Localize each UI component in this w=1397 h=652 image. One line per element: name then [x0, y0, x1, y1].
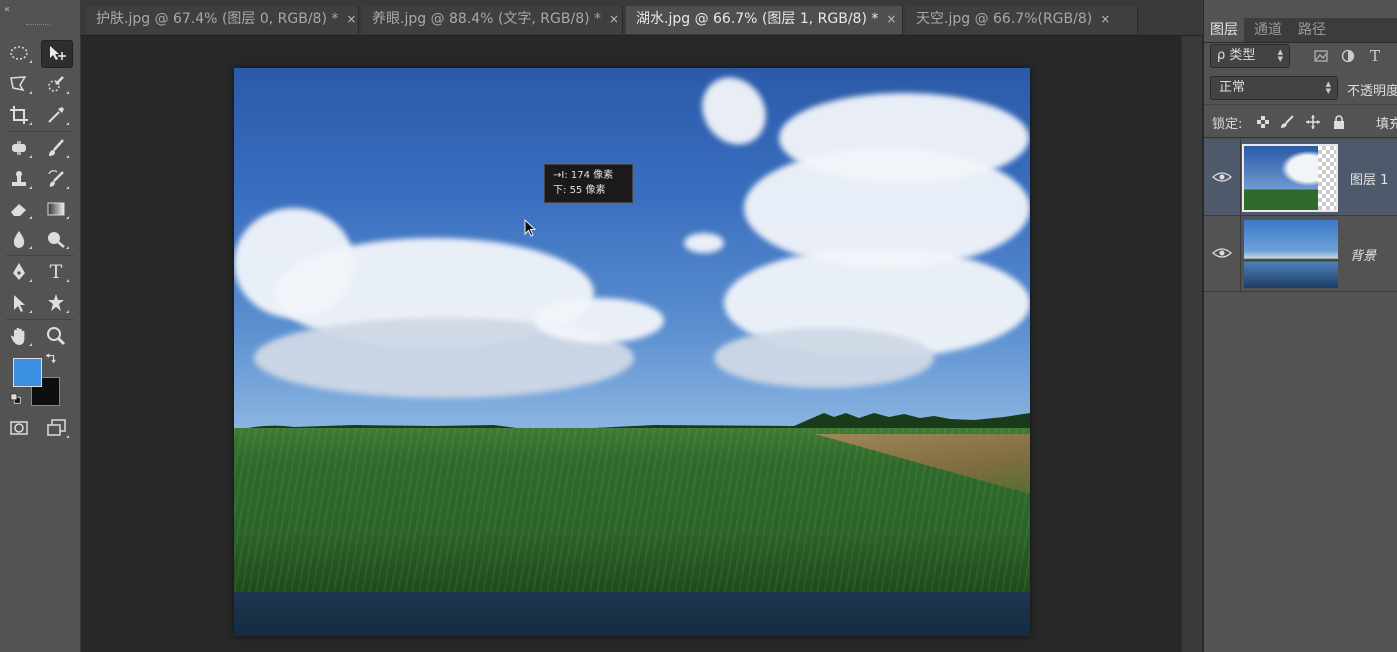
custom-shape-icon[interactable] [41, 290, 71, 316]
move-offset-tooltip: →I: 174 像素 下: 55 像素 [544, 164, 633, 203]
layer-row-layer1[interactable]: 图层 1 [1204, 140, 1397, 216]
sky-layer [234, 68, 1030, 438]
brush-tool-icon[interactable] [41, 135, 71, 161]
tab-lake-doc[interactable]: 湖水.jpg @ 66.7% (图层 1, RGB/8) * × [626, 6, 903, 34]
quick-mask-icon[interactable] [4, 415, 34, 441]
blend-mode-select[interactable]: 正常 ▲ ▼ [1210, 76, 1338, 100]
lock-pixels-icon[interactable] [1280, 115, 1294, 129]
select-arrows-icon: ▲ ▼ [1277, 48, 1283, 63]
mouse-cursor-icon [524, 219, 537, 237]
lock-transparent-icon[interactable] [1256, 115, 1270, 129]
offset-x-label: →I: [553, 170, 568, 181]
pen-tool-icon[interactable] [4, 259, 34, 285]
layer-name[interactable]: 背景 [1350, 245, 1376, 264]
tab-label: 天空.jpg @ 66.7%(RGB/8) [916, 11, 1093, 27]
layer-row-background[interactable]: 背景 [1204, 216, 1397, 292]
filter-type-icon[interactable]: T [1368, 47, 1382, 65]
quick-selection-icon[interactable] [41, 71, 71, 97]
hand-tool-icon[interactable] [4, 323, 34, 349]
tab-channels[interactable]: 通道 [1248, 18, 1288, 42]
tab-label: 养眼.jpg @ 88.4% (文字, RGB/8) * [372, 11, 602, 27]
polygonal-lasso-icon[interactable] [4, 71, 34, 97]
filter-type-glyph: T [1369, 47, 1380, 65]
lock-label: 锁定: [1212, 117, 1243, 132]
lock-all-icon[interactable] [1332, 115, 1346, 129]
collapse-toolbar-icon[interactable]: « [4, 4, 10, 15]
opacity-label: 不透明度 [1347, 84, 1397, 99]
type-tool-icon[interactable]: T [41, 259, 71, 285]
screen-mode-icon[interactable] [41, 415, 71, 441]
gradient-tool-icon[interactable] [41, 196, 71, 222]
layer-name[interactable]: 图层 1 [1350, 169, 1388, 188]
background-lake-strip [234, 592, 1030, 636]
filter-select-label: ρ 类型 [1217, 48, 1256, 63]
offset-y-label: 下: [553, 185, 567, 196]
dodge-tool-icon[interactable] [41, 226, 71, 252]
tools-panel: « T [0, 0, 81, 652]
offset-y-value: 55 像素 [569, 185, 606, 196]
type-tool-glyph: T [49, 261, 63, 283]
close-tab-icon[interactable]: × [886, 12, 896, 26]
blur-tool-icon[interactable] [4, 226, 34, 252]
layers-panel: 图层 通道 路径 ρ 类型 ▲ ▼ T 正常 ▲ ▼ 不透明度 锁定: 填充 图… [1203, 0, 1397, 652]
zoom-tool-icon[interactable] [41, 323, 71, 349]
foreground-color-swatch[interactable] [13, 358, 42, 387]
panel-tab-bar: 图层 通道 路径 [1204, 18, 1397, 43]
default-colors-icon[interactable] [9, 392, 23, 406]
tab-label: 湖水.jpg @ 66.7% (图层 1, RGB/8) * [636, 11, 879, 27]
layer-thumbnail [1242, 144, 1338, 212]
elliptical-marquee-icon[interactable] [4, 40, 34, 66]
vertical-scrollbar[interactable] [1181, 36, 1202, 652]
visibility-eye-icon[interactable] [1212, 246, 1232, 260]
crop-tool-icon[interactable] [4, 102, 34, 128]
lock-options-row: 锁定: 填充 [1204, 104, 1397, 138]
filter-pixel-icon[interactable] [1314, 49, 1328, 63]
document-tab-bar: 护肤.jpg @ 67.4% (图层 0, RGB/8) * × 养眼.jpg @… [80, 0, 1203, 36]
layer-thumbnail [1244, 220, 1338, 288]
tab-sky-doc[interactable]: 天空.jpg @ 66.7%(RGB/8) × [906, 6, 1138, 34]
tab-label: 护肤.jpg @ 67.4% (图层 0, RGB/8) * [96, 11, 339, 27]
tab-skincare-doc[interactable]: 护肤.jpg @ 67.4% (图层 0, RGB/8) * × [86, 6, 359, 34]
visibility-eye-icon[interactable] [1212, 170, 1232, 184]
layer-filter-select[interactable]: ρ 类型 ▲ ▼ [1210, 44, 1290, 68]
tab-layers[interactable]: 图层 [1204, 18, 1244, 42]
eraser-icon[interactable] [4, 196, 34, 222]
clone-stamp-icon[interactable] [4, 166, 34, 192]
swap-colors-icon[interactable] [44, 352, 58, 366]
close-tab-icon[interactable]: × [1100, 12, 1110, 26]
close-tab-icon[interactable]: × [346, 12, 356, 26]
history-brush-icon[interactable] [41, 166, 71, 192]
path-selection-icon[interactable] [4, 290, 34, 316]
select-arrows-icon: ▲ ▼ [1325, 80, 1331, 95]
document-canvas-image[interactable] [234, 68, 1030, 636]
tab-eyecare-doc[interactable]: 养眼.jpg @ 88.4% (文字, RGB/8) * × [362, 6, 623, 34]
filter-adjustment-icon[interactable] [1341, 49, 1355, 63]
eyedropper-icon[interactable] [41, 102, 71, 128]
fill-label: 填充 [1376, 117, 1397, 132]
move-tool-icon[interactable] [41, 40, 73, 68]
toolbar-grip[interactable] [26, 24, 50, 27]
tab-paths[interactable]: 路径 [1292, 18, 1332, 42]
spot-healing-icon[interactable] [4, 135, 34, 161]
lock-position-icon[interactable] [1306, 115, 1320, 129]
offset-x-value: 174 像素 [570, 170, 614, 181]
close-tab-icon[interactable]: × [609, 12, 619, 26]
blend-mode-value: 正常 [1219, 80, 1246, 95]
